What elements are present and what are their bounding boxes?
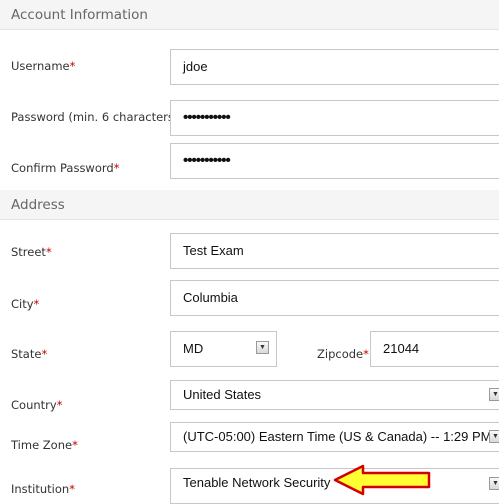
zipcode-label-text: Zipcode xyxy=(317,347,364,361)
username-input[interactable]: jdoe xyxy=(170,49,499,85)
username-label: Username* xyxy=(11,59,75,73)
username-value: jdoe xyxy=(183,59,208,74)
confirm-password-label: Confirm Password* xyxy=(11,161,119,175)
country-value: United States xyxy=(183,387,262,402)
chevron-down-icon[interactable]: ▼ xyxy=(489,430,499,443)
confirm-password-input[interactable]: ••••••••••• xyxy=(170,143,499,179)
account-information-header: Account Information xyxy=(0,0,499,30)
username-label-text: Username xyxy=(11,59,70,73)
required-marker: * xyxy=(41,347,48,361)
confirm-password-label-text: Confirm Password xyxy=(11,161,114,175)
street-input[interactable]: Test Exam xyxy=(170,233,499,269)
required-marker: * xyxy=(72,438,78,452)
country-select[interactable]: United States xyxy=(170,380,499,410)
zipcode-input[interactable]: 21044 xyxy=(370,331,499,367)
city-input[interactable]: Columbia xyxy=(170,280,499,316)
time-zone-label-text: Time Zone xyxy=(11,438,73,452)
city-value: Columbia xyxy=(183,290,238,305)
chevron-down-icon[interactable]: ▼ xyxy=(489,388,499,401)
required-marker: * xyxy=(56,398,63,412)
state-value: MD xyxy=(183,341,204,356)
city-label: City* xyxy=(11,297,39,311)
password-value: ••••••••••• xyxy=(183,109,231,126)
street-value: Test Exam xyxy=(183,243,244,258)
address-title: Address xyxy=(11,197,65,213)
institution-label: Institution* xyxy=(11,482,75,496)
institution-label-text: Institution xyxy=(11,482,70,496)
required-marker: * xyxy=(33,297,40,311)
required-marker: * xyxy=(113,161,120,175)
country-label: Country* xyxy=(11,398,62,412)
state-label: State* xyxy=(11,347,47,361)
street-label: Street* xyxy=(11,245,52,259)
time-zone-label: Time Zone* xyxy=(11,438,78,452)
account-information-title: Account Information xyxy=(11,7,148,23)
required-marker: * xyxy=(69,59,76,73)
address-header: Address xyxy=(0,190,499,220)
chevron-down-icon[interactable]: ▼ xyxy=(256,341,269,354)
required-marker: * xyxy=(69,482,75,496)
arrow-left-icon xyxy=(333,464,431,496)
chevron-down-icon[interactable]: ▼ xyxy=(489,477,499,490)
city-label-text: City xyxy=(11,297,34,311)
country-label-text: Country xyxy=(11,398,57,412)
password-label: Password (min. 6 characters)* xyxy=(11,110,184,124)
required-marker: * xyxy=(45,245,52,259)
street-label-text: Street xyxy=(11,245,46,259)
zipcode-label: Zipcode* xyxy=(317,347,369,361)
required-marker: * xyxy=(363,347,369,361)
time-zone-select[interactable]: (UTC-05:00) Eastern Time (US & Canada) -… xyxy=(170,422,499,452)
state-label-text: State xyxy=(11,347,42,361)
password-input[interactable]: ••••••••••• xyxy=(170,100,499,136)
confirm-password-value: ••••••••••• xyxy=(183,152,231,169)
zipcode-value: 21044 xyxy=(383,341,420,356)
institution-value: Tenable Network Security xyxy=(183,475,331,490)
time-zone-value: (UTC-05:00) Eastern Time (US & Canada) -… xyxy=(183,429,492,444)
password-label-text: Password (min. 6 characters) xyxy=(11,110,179,124)
